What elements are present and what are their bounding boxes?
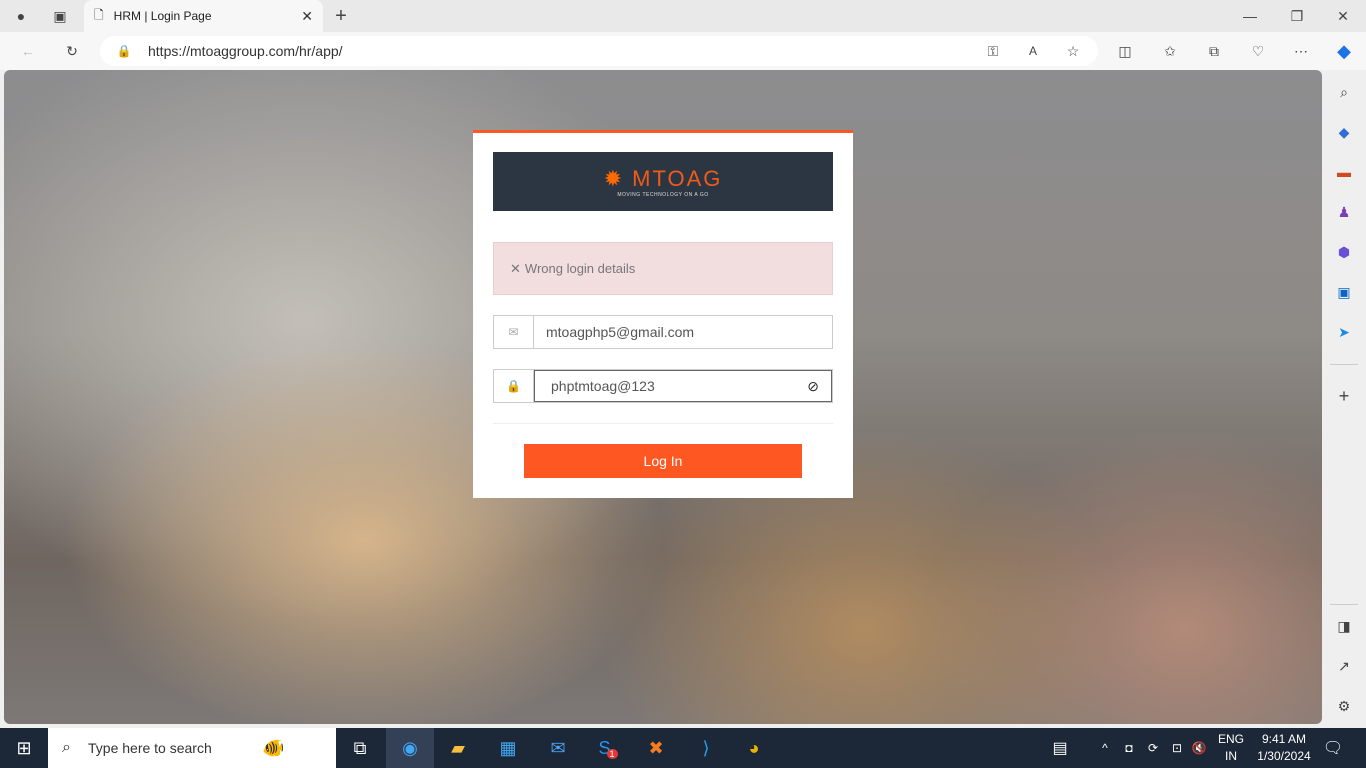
taskbar: ⊞ ⌕ Type here to search 🐠 ⧉ ◉ ▰ ▦ ✉ S1 ✖… — [0, 728, 1366, 768]
add-icon[interactable]: + — [1334, 386, 1354, 406]
close-tab-icon[interactable]: ✕ — [301, 8, 313, 25]
taskbar-search[interactable]: ⌕ Type here to search 🐠 — [48, 728, 336, 768]
outlook-icon[interactable]: ▣ — [1334, 282, 1354, 302]
search-icon[interactable]: ⌕ — [1334, 82, 1354, 102]
divider — [1330, 364, 1358, 365]
m365-icon[interactable]: ⬢ — [1334, 242, 1354, 262]
network-icon[interactable]: ⊡ — [1168, 728, 1186, 768]
skype-badge: 1 — [606, 749, 618, 759]
login-card: ✹ MTOAG MOVING TECHNOLOGY ON A GO ✕ Wron… — [473, 130, 853, 498]
refresh-icon[interactable]: ↻ — [62, 41, 82, 61]
back-icon[interactable]: ← — [18, 41, 38, 61]
error-message: Wrong login details — [524, 261, 636, 276]
search-placeholder: Type here to search — [88, 740, 212, 756]
password-text: phptmtoag@123 — [551, 378, 655, 394]
time-text: 9:41 AM — [1261, 732, 1307, 746]
task-view-icon[interactable]: ⧉ — [336, 728, 384, 768]
login-button[interactable]: Log In — [524, 444, 802, 478]
tab-hrm-login[interactable]: 🗋 HRM | Login Page ✕ — [84, 0, 323, 32]
games-icon[interactable]: ♟ — [1334, 202, 1354, 222]
store-icon[interactable]: ▦ — [484, 728, 532, 768]
vscode-icon[interactable]: ⟩ — [682, 728, 730, 768]
envelope-icon: ✉ — [494, 316, 534, 348]
tab-actions-icon[interactable]: ▣ — [50, 6, 70, 26]
logo-text: MTOAG — [632, 165, 723, 191]
collections-icon[interactable]: ⧉ — [1204, 41, 1224, 61]
file-explorer-icon[interactable]: ▰ — [434, 728, 482, 768]
profile-icon[interactable]: ● — [10, 6, 32, 26]
minimize-icon[interactable]: — — [1240, 6, 1260, 26]
address-bar-row: ← ↻ 🔒 https://mtoaggroup.com/hr/app/ ⚿ A… — [0, 32, 1366, 70]
favorite-star-icon[interactable]: ☆ — [1064, 42, 1082, 60]
new-tab-icon[interactable]: + — [330, 4, 352, 28]
mtoag-logo: ✹ MTOAG MOVING TECHNOLOGY ON A GO — [493, 152, 833, 211]
lock-icon[interactable]: 🔒 — [116, 43, 132, 59]
language-indicator[interactable]: ENG IN — [1214, 731, 1248, 765]
news-widget-icon[interactable]: ▤ — [1040, 728, 1080, 768]
url-input[interactable]: 🔒 https://mtoaggroup.com/hr/app/ ⚿ A ☆ — [100, 36, 1098, 66]
read-aloud-icon[interactable]: A — [1024, 42, 1042, 60]
mail-icon[interactable]: ✉ — [534, 728, 582, 768]
copilot-icon[interactable]: ◆ — [1332, 39, 1356, 63]
xampp-icon[interactable]: ✖ — [632, 728, 680, 768]
close-window-icon[interactable]: ✕ — [1333, 6, 1353, 26]
notifications-icon[interactable]: 🗨 — [1320, 728, 1346, 768]
restore-icon[interactable]: ❐ — [1287, 6, 1307, 26]
tab-title: HRM | Login Page — [113, 9, 212, 23]
more-icon[interactable]: ⋯ — [1291, 41, 1311, 61]
password-value[interactable]: phptmtoag@123 ⊘ — [534, 370, 832, 402]
url-text: https://mtoaggroup.com/hr/app/ — [148, 43, 343, 59]
chrome-icon[interactable]: ◕ — [730, 728, 778, 768]
search-highlight-image: 🐠 — [262, 737, 285, 758]
volume-muted-icon[interactable]: 🔇 — [1190, 728, 1208, 768]
clock[interactable]: 9:41 AM 1/30/2024 — [1252, 731, 1316, 765]
divider — [1330, 604, 1358, 605]
edge-app-icon[interactable]: ◉ — [386, 728, 434, 768]
divider — [493, 423, 833, 424]
update-icon[interactable]: ⟳ — [1144, 728, 1162, 768]
date-text: 1/30/2024 — [1257, 749, 1311, 763]
close-x-icon[interactable]: ✕ — [510, 261, 521, 277]
email-field[interactable]: ✉ mtoagphp5@gmail.com — [493, 315, 833, 349]
error-alert: ✕ Wrong login details — [493, 242, 833, 295]
region-text: IN — [1225, 749, 1237, 763]
send-icon[interactable]: ➤ — [1334, 322, 1354, 342]
language-text: ENG — [1217, 732, 1244, 746]
external-link-icon[interactable]: ↗ — [1334, 656, 1354, 676]
split-screen-icon[interactable]: ◫ — [1115, 41, 1135, 61]
settings-gear-icon[interactable]: ⚙ — [1334, 696, 1354, 716]
camera-icon[interactable]: ◘ — [1120, 728, 1138, 768]
password-field[interactable]: 🔒 phptmtoag@123 ⊘ — [493, 369, 833, 403]
tab-bar: ● ▣ 🗋 HRM | Login Page ✕ + — ❐ ✕ — [0, 0, 1366, 32]
shopping-tag-icon[interactable]: ◆ — [1334, 122, 1354, 142]
browser-essentials-icon[interactable]: ♡ — [1248, 41, 1268, 61]
tools-icon[interactable]: ▬ — [1334, 162, 1354, 182]
search-icon: ⌕ — [62, 739, 71, 756]
windows-start-icon[interactable]: ⊞ — [0, 728, 48, 768]
hide-password-eye-icon[interactable]: ⊘ — [807, 378, 819, 395]
edge-sidebar: ⌕ ◆ ▬ ♟ ⬢ ▣ ➤ + ◨ ↗ ⚙ — [1322, 70, 1366, 728]
key-icon[interactable]: ⚿ — [984, 42, 1002, 60]
favorites-icon[interactable]: ✩ — [1160, 41, 1180, 61]
logo-tagline: MOVING TECHNOLOGY ON A GO — [617, 191, 709, 198]
sidebar-toggle-icon[interactable]: ◨ — [1334, 616, 1354, 636]
show-hidden-icons-chevron-icon[interactable]: ^ — [1096, 728, 1114, 768]
lock-icon: 🔒 — [494, 370, 534, 402]
email-value[interactable]: mtoagphp5@gmail.com — [534, 316, 832, 348]
page-icon: 🗋 — [94, 7, 104, 22]
skype-icon[interactable]: S1 — [584, 728, 632, 768]
page-content: ✹ MTOAG MOVING TECHNOLOGY ON A GO ✕ Wron… — [4, 70, 1322, 724]
